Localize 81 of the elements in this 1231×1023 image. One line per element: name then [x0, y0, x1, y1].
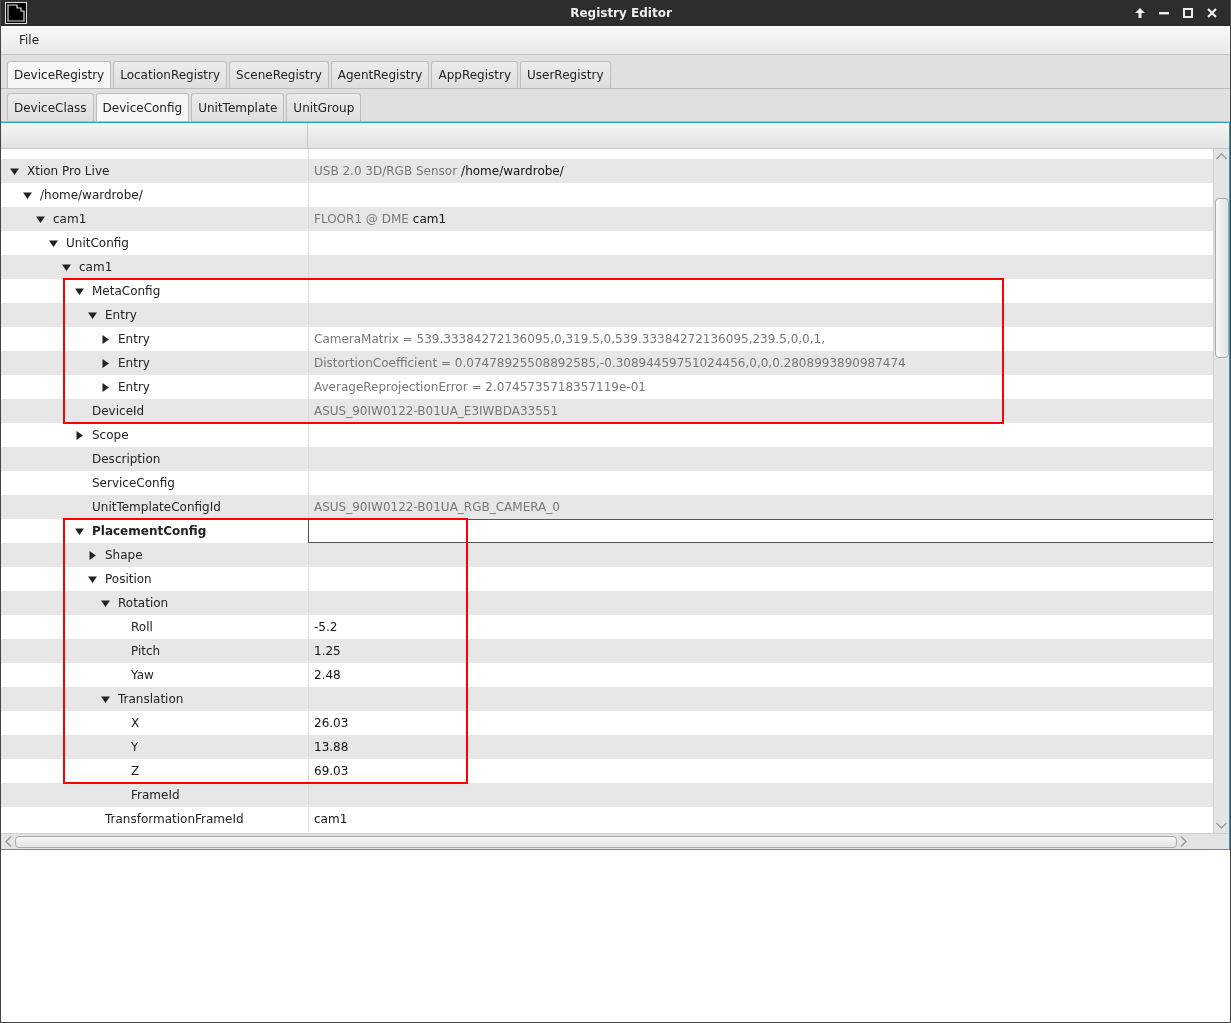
- expanded-arrow-icon[interactable]: [101, 598, 110, 608]
- value-text: DistortionCoefficient = 0.07478925508892585,-0.30894459751024456,0,0,0.2808993890987474: [314, 356, 906, 370]
- tab[interactable]: AgentRegistry: [330, 61, 430, 88]
- focused-cell[interactable]: [308, 519, 1213, 543]
- expanded-arrow-icon[interactable]: [62, 262, 71, 272]
- value-text: USB 2.0 3D/RGB Sensor: [314, 164, 458, 178]
- collapsed-arrow-icon[interactable]: [101, 382, 110, 392]
- value-text: FLOOR1 @ DME: [314, 212, 409, 226]
- tab[interactable]: AppRegistry: [431, 61, 518, 88]
- value-text: 26.03: [314, 716, 349, 730]
- tree-node-label[interactable]: Entry: [118, 332, 150, 346]
- value-text: ASUS_90IW0122-B01UA_RGB_CAMERA_0: [314, 500, 560, 514]
- tree-node-label[interactable]: Entry: [118, 380, 150, 394]
- tree-node-label[interactable]: Z: [131, 764, 140, 778]
- tab[interactable]: DeviceConfig: [95, 93, 190, 121]
- collapsed-arrow-icon[interactable]: [101, 334, 110, 344]
- value-text: 2.48: [314, 668, 341, 682]
- tab[interactable]: DeviceClass: [7, 93, 94, 121]
- expanded-arrow-icon[interactable]: [75, 286, 84, 296]
- tree-node-label[interactable]: UnitConfig: [66, 236, 129, 250]
- tree-node-label[interactable]: Description: [92, 452, 161, 466]
- tab[interactable]: UnitGroup: [286, 93, 362, 121]
- close-icon[interactable]: [1207, 8, 1217, 18]
- tab[interactable]: LocationRegistry: [113, 61, 228, 88]
- tab[interactable]: DeviceRegistry: [7, 61, 112, 88]
- tree-node-label[interactable]: Rotation: [118, 596, 169, 610]
- tree-node-label[interactable]: FrameId: [131, 788, 180, 802]
- vertical-scrollbar[interactable]: [1213, 149, 1229, 833]
- tree-node-label[interactable]: Yaw: [131, 668, 154, 682]
- value-text: 1.25: [314, 644, 341, 658]
- tree-node-label[interactable]: Entry: [105, 308, 137, 322]
- scrollbar-thumb[interactable]: [15, 835, 1177, 848]
- expanded-arrow-icon[interactable]: [10, 166, 19, 176]
- tree-node-label[interactable]: cam1: [53, 212, 87, 226]
- collapsed-arrow-icon[interactable]: [101, 358, 110, 368]
- expanded-arrow-icon[interactable]: [49, 238, 58, 248]
- expanded-arrow-icon[interactable]: [88, 574, 97, 584]
- tree-node-label[interactable]: MetaConfig: [92, 284, 161, 298]
- tree-node-label[interactable]: Scope: [92, 428, 129, 442]
- collapsed-arrow-icon[interactable]: [75, 430, 84, 440]
- value-text: 13.88: [314, 740, 349, 754]
- value-text: -5.2: [314, 620, 338, 634]
- tree-node-label[interactable]: ServiceConfig: [92, 476, 175, 490]
- value-text: 69.03: [314, 764, 349, 778]
- tree-node-label[interactable]: Shape: [105, 548, 143, 562]
- tree-node-label[interactable]: Roll: [131, 620, 153, 634]
- app-icon: [5, 2, 27, 24]
- menu-item[interactable]: File: [9, 31, 50, 49]
- tree-node-label[interactable]: UnitTemplateConfigId: [92, 500, 221, 514]
- value-text: cam1: [314, 812, 348, 826]
- tree-node-label[interactable]: Position: [105, 572, 152, 586]
- tree-node-label[interactable]: Xtion Pro Live: [27, 164, 110, 178]
- value-text: cam1: [412, 212, 447, 226]
- tree-node-label[interactable]: TransformationFrameId: [105, 812, 244, 826]
- maximize-icon[interactable]: [1183, 8, 1193, 18]
- tree-node-label[interactable]: X: [131, 716, 140, 730]
- value-text: ASUS_90IW0122-B01UA_E3IWBDA33551: [314, 404, 559, 418]
- tree-node-label[interactable]: Pitch: [131, 644, 161, 658]
- tree-node-label[interactable]: DeviceId: [92, 404, 145, 418]
- tab[interactable]: SceneRegistry: [229, 61, 329, 88]
- tab[interactable]: UserRegistry: [520, 61, 611, 88]
- scrollbar-thumb[interactable]: [1214, 198, 1229, 358]
- collapsed-arrow-icon[interactable]: [88, 550, 97, 560]
- expanded-arrow-icon[interactable]: [75, 526, 84, 536]
- expanded-arrow-icon[interactable]: [88, 310, 97, 320]
- horizontal-scrollbar[interactable]: [1, 833, 1229, 849]
- tree-node-label[interactable]: Entry: [118, 356, 150, 370]
- window-title: Registry Editor: [570, 6, 672, 20]
- value-text: /home/wardrobe/: [461, 164, 564, 178]
- expanded-arrow-icon[interactable]: [101, 694, 110, 704]
- expanded-arrow-icon[interactable]: [23, 190, 32, 200]
- tree-node-label[interactable]: cam1: [79, 260, 113, 274]
- value-text: AverageReprojectionError = 2.0745735718357119e-01: [314, 380, 646, 394]
- tree-node-label[interactable]: Translation: [118, 692, 184, 706]
- tree-node-label[interactable]: PlacementConfig: [92, 524, 207, 538]
- tab[interactable]: UnitTemplate: [191, 93, 285, 121]
- up-arrow-icon[interactable]: [1135, 8, 1145, 18]
- value-text: CameraMatrix = 539.33384272136095,0,319.5,0,539.33384272136095,239.5,0,0,1,: [314, 332, 825, 346]
- tree-node-label[interactable]: /home/wardrobe/: [40, 188, 143, 202]
- tree-node-label[interactable]: Y: [131, 740, 139, 754]
- expanded-arrow-icon[interactable]: [36, 214, 45, 224]
